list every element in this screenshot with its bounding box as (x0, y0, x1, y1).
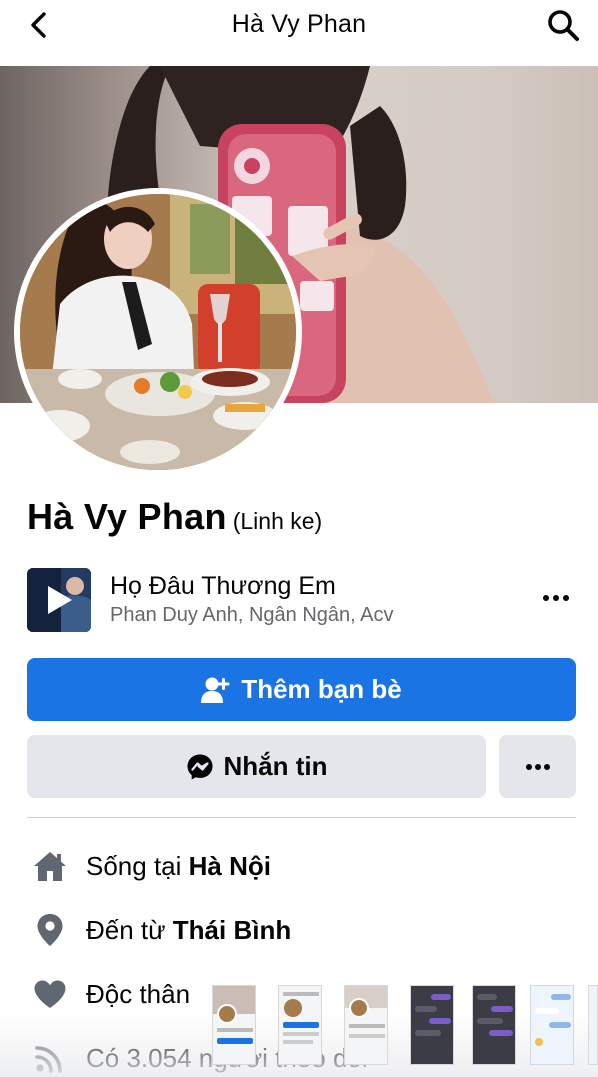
rss-icon (30, 1038, 70, 1077)
screenshot-thumbnail[interactable] (530, 985, 574, 1065)
add-friend-label: Thêm bạn bè (241, 674, 402, 704)
message-label: Nhắn tin (223, 751, 328, 781)
avatar[interactable] (20, 194, 296, 470)
profile-music[interactable]: Họ Đâu Thương Em Phan Duy Anh, Ngân Ngân… (27, 568, 577, 632)
screenshot-thumbnail[interactable] (344, 985, 388, 1065)
search-icon[interactable] (546, 8, 580, 42)
more-horizontal-icon (525, 763, 550, 770)
divider (27, 817, 576, 818)
screenshot-thumbnail[interactable] (278, 985, 322, 1065)
heart-icon (30, 974, 70, 1014)
from-place[interactable]: Thái Bình (173, 915, 291, 945)
screenshot-thumbnail[interactable] (472, 985, 516, 1065)
screenshot-thumbnail[interactable] (588, 985, 598, 1065)
message-button[interactable]: Nhắn tin (27, 735, 486, 798)
detail-from: Đến từ Thái Bình (30, 910, 590, 950)
profile-name-row: Hà Vy Phan (Linh ke) (27, 496, 322, 538)
more-horizontal-icon[interactable] (541, 588, 571, 608)
lives-in-place[interactable]: Hà Nội (189, 851, 271, 881)
add-friend-icon (201, 677, 230, 703)
from-prefix: Đến từ (86, 914, 173, 945)
messenger-icon (187, 754, 212, 779)
profile-name: Hà Vy Phan (27, 496, 227, 537)
more-options-button[interactable] (499, 735, 576, 798)
profile-alternate-name: (Linh ke) (232, 508, 323, 534)
page-title: Hà Vy Phan (231, 10, 367, 38)
screenshot-thumbnail[interactable] (410, 985, 454, 1065)
location-pin-icon (30, 910, 70, 950)
song-artists: Phan Duy Anh, Ngân Ngân, Acv (110, 604, 394, 626)
screenshot-thumbnail[interactable] (212, 985, 256, 1065)
add-friend-button[interactable]: Thêm bạn bè (27, 658, 576, 721)
song-title: Họ Đâu Thương Em (110, 572, 336, 600)
home-icon (30, 846, 70, 886)
relationship-status: Độc thân (86, 978, 191, 1009)
song-thumbnail[interactable] (27, 568, 91, 632)
detail-lives-in: Sống tại Hà Nội (30, 846, 590, 886)
top-app-bar: Hà Vy Phan (0, 0, 598, 50)
lives-in-prefix: Sống tại (86, 850, 189, 881)
